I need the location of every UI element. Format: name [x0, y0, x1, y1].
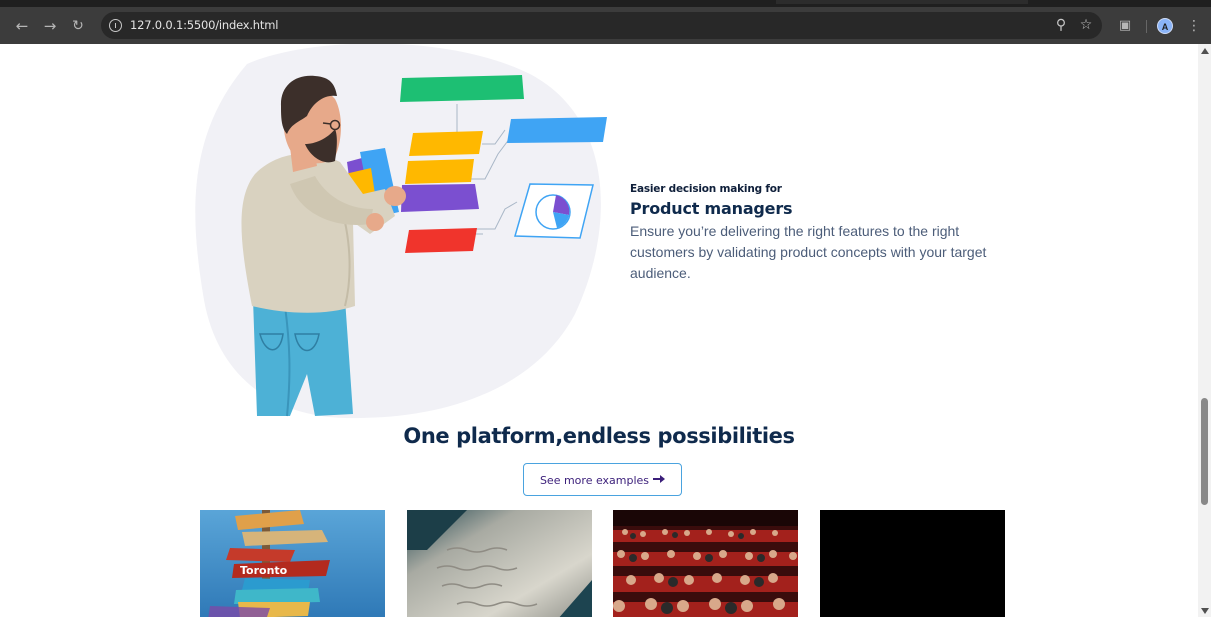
see-more-examples-label: See more examples [539, 474, 650, 487]
tab-strip-edge [776, 0, 1028, 4]
example-card-audience[interactable] [613, 510, 798, 617]
menu-icon[interactable]: ⋮ [1184, 16, 1204, 36]
handwritten-notes-photo [407, 510, 592, 617]
arrow-right-icon [653, 474, 666, 483]
feature-description: Ensure you’re delivering the right featu… [630, 223, 987, 281]
feature-title: Product managers [630, 199, 793, 218]
profile-avatar[interactable]: A [1157, 18, 1173, 34]
extensions-icon[interactable]: ▣ [1115, 16, 1135, 36]
svg-text:Toronto: Toronto [240, 564, 288, 577]
scroll-thumb[interactable] [1201, 398, 1208, 505]
see-more-examples-button[interactable]: See more examples [523, 463, 682, 496]
theater-audience-photo [613, 510, 798, 617]
product-manager-illustration [195, 44, 607, 419]
scroll-down-arrow-icon[interactable] [1201, 608, 1209, 614]
address-bar[interactable]: 127.0.0.1:5500/index.html ⚲ ☆ [101, 12, 1102, 39]
toolbar-divider [1146, 20, 1147, 33]
browser-toolbar: ← → ↻ 127.0.0.1:5500/index.html ⚲ ☆ ▣ A … [0, 7, 1211, 44]
back-icon[interactable]: ← [12, 16, 32, 36]
scroll-up-arrow-icon[interactable] [1201, 48, 1209, 54]
bookmark-star-icon[interactable]: ☆ [1076, 15, 1096, 35]
feature-eyebrow: Easier decision making for [630, 183, 782, 195]
feature-block: Easier decision making for Product manag… [630, 183, 1010, 284]
travel-signpost-photo: Toronto [200, 510, 385, 617]
site-info-icon[interactable] [109, 19, 122, 32]
example-card-notes[interactable] [407, 510, 592, 617]
example-card-blank[interactable] [820, 510, 1005, 617]
reload-icon[interactable]: ↻ [68, 16, 88, 36]
forward-icon[interactable]: → [40, 16, 60, 36]
page-scrollbar[interactable] [1198, 44, 1211, 617]
tab-strip [0, 0, 1211, 7]
example-card-travel[interactable]: Toronto [200, 510, 385, 617]
page-viewport: Easier decision making for Product manag… [0, 44, 1198, 617]
section-heading: One platform,endless possibilities [403, 424, 795, 448]
zoom-icon[interactable]: ⚲ [1051, 15, 1071, 35]
address-url[interactable]: 127.0.0.1:5500/index.html [130, 18, 278, 32]
